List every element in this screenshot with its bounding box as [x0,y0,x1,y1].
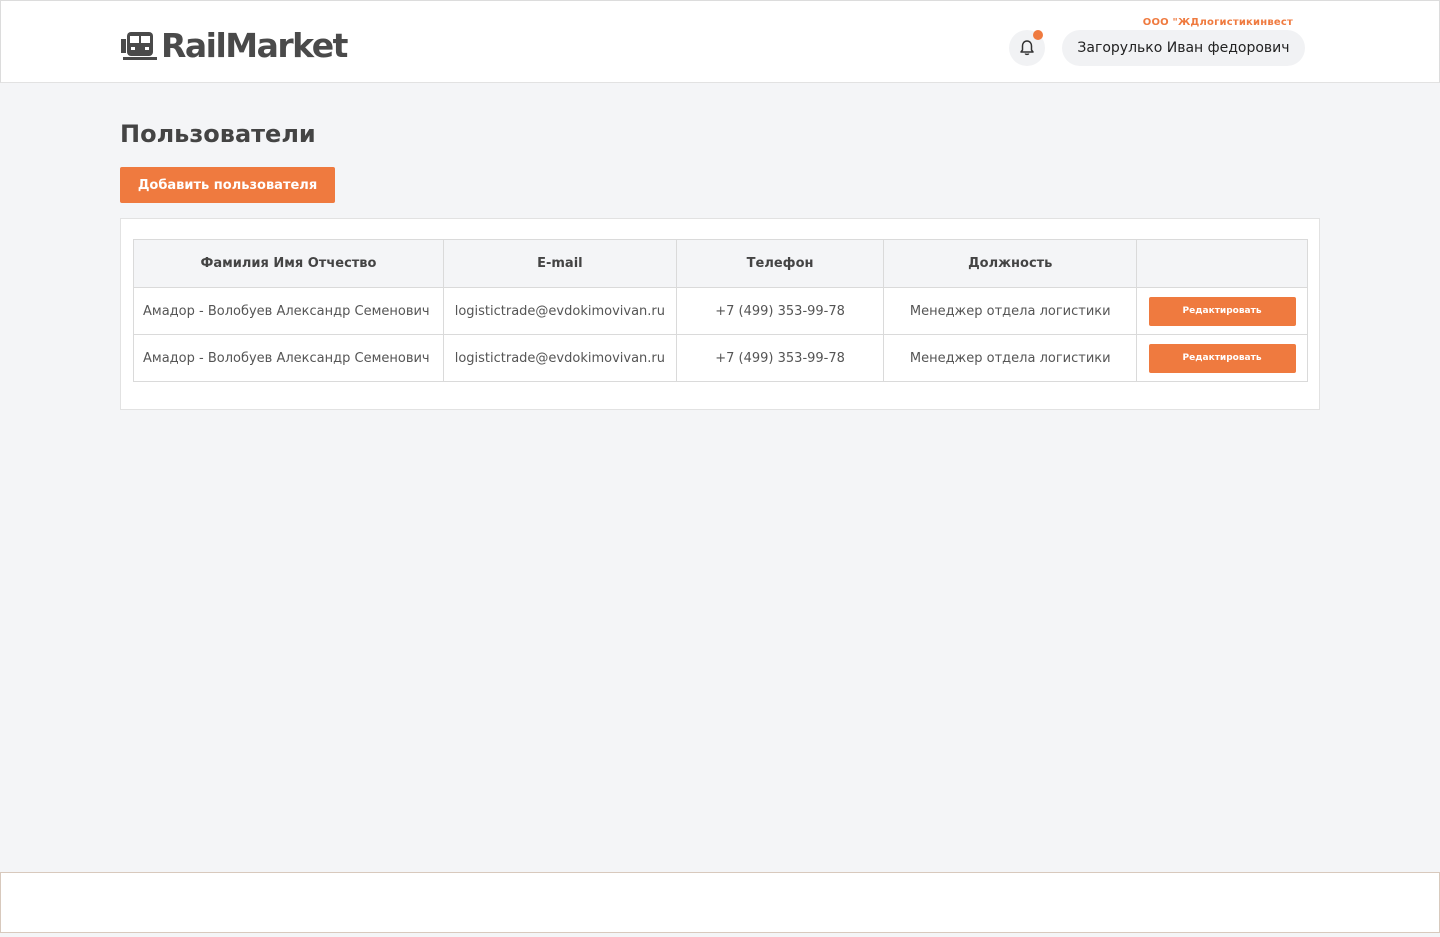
cell-actions: Редактировать [1136,334,1308,382]
column-header-actions [1136,239,1308,288]
column-header-email: E-mail [442,239,677,288]
user-name: Загорулько Иван федорович [1077,40,1290,56]
edit-button[interactable]: Редактировать [1148,296,1296,326]
cell-position: Менеджер отдела логистики [883,287,1138,335]
table-row: Амадор - Волобуев Александр Семенович lo… [133,287,1308,335]
page-title: Пользователи [120,120,316,148]
footer [0,872,1440,933]
cell-email: logistictrade@evdokimovivan.ru [442,287,677,335]
column-header-name: Фамилия Имя Отчество [133,239,444,288]
users-table: Фамилия Имя Отчество E-mail Телефон Долж… [133,239,1308,382]
cell-name: Амадор - Волобуев Александр Семенович [133,287,444,335]
company-name: ООО "ЖДлогистикинвест [1142,17,1293,28]
table-header-row: Фамилия Имя Отчество E-mail Телефон Долж… [133,239,1308,288]
table-row: Амадор - Волобуев Александр Семенович lo… [133,334,1308,382]
user-menu-button[interactable]: Загорулько Иван федорович [1062,30,1305,66]
notification-dot [1033,30,1043,40]
add-user-button[interactable]: Добавить пользователя [120,167,335,203]
train-icon [121,32,157,60]
cell-position: Менеджер отдела логистики [883,334,1138,382]
column-header-position: Должность [883,239,1138,288]
edit-button[interactable]: Редактировать [1148,343,1296,373]
cell-phone: +7 (499) 353-99-78 [675,334,885,382]
column-header-phone: Телефон [675,239,885,288]
bell-icon [1020,40,1034,56]
notifications-button[interactable] [1009,30,1045,66]
cell-email: logistictrade@evdokimovivan.ru [442,334,677,382]
logo-text: RailMarket [161,26,348,65]
users-card: Фамилия Имя Отчество E-mail Телефон Долж… [120,218,1320,410]
cell-phone: +7 (499) 353-99-78 [675,287,885,335]
cell-actions: Редактировать [1136,287,1308,335]
logo[interactable]: RailMarket [121,26,348,65]
top-header: RailMarket ООО "ЖДлогистикинвест Загорул… [0,0,1440,83]
cell-name: Амадор - Волобуев Александр Семенович [133,334,444,382]
